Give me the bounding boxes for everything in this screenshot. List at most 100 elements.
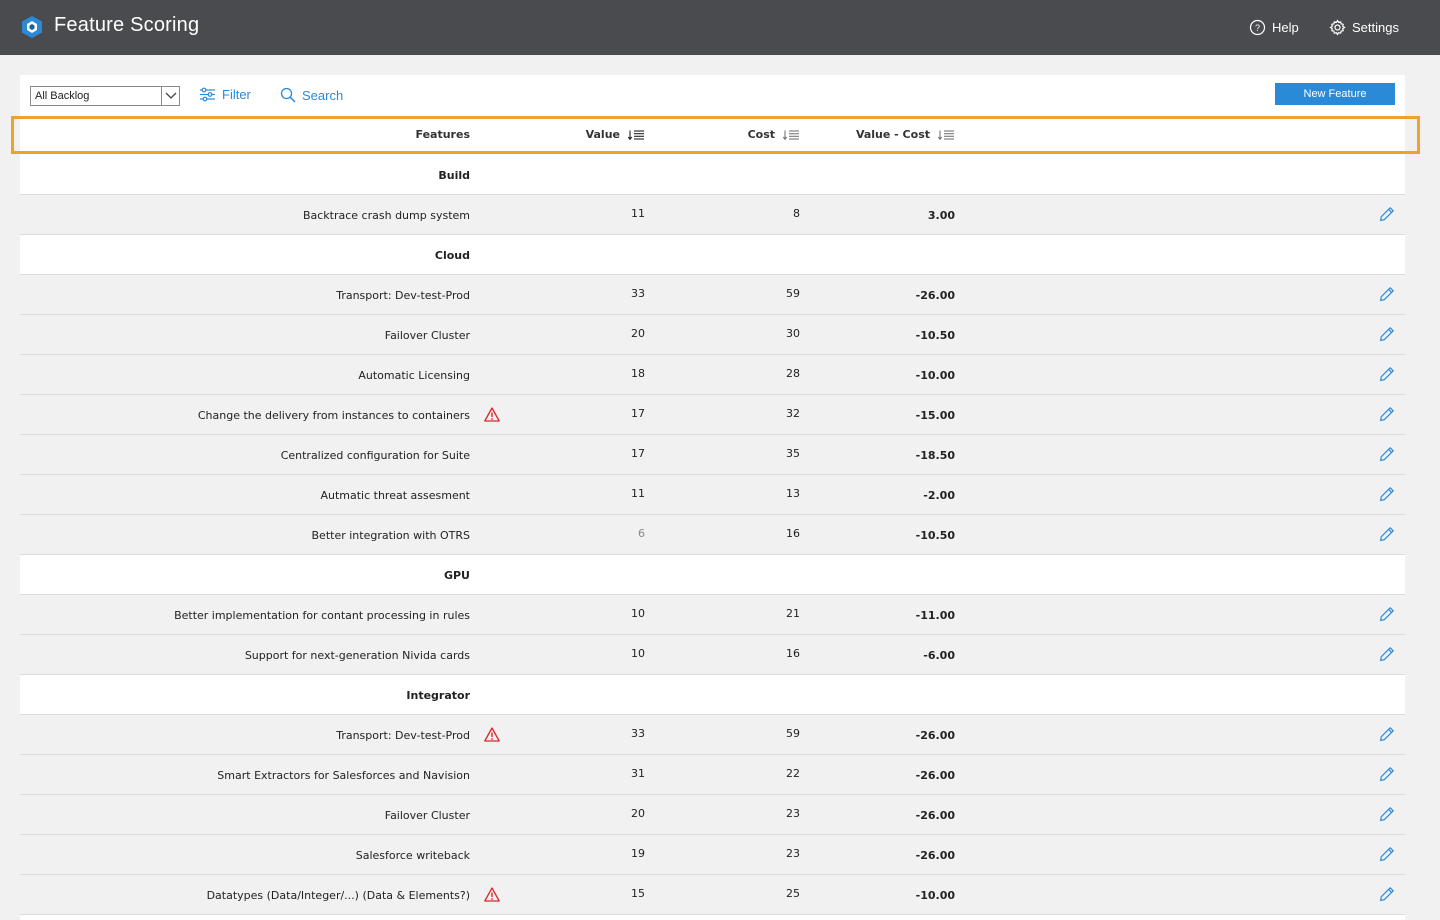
edit-pencil-icon[interactable] <box>1379 446 1395 462</box>
edit-pencil-icon[interactable] <box>1379 526 1395 542</box>
edit-pencil-icon[interactable] <box>1379 806 1395 822</box>
table-row: Failover Cluster 20 30 -10.50 <box>20 315 1405 355</box>
edit-pencil-icon[interactable] <box>1379 766 1395 782</box>
value-minus-cost-cell: 3.00 <box>927 209 955 222</box>
column-header-value[interactable]: Value <box>586 128 645 141</box>
value-cell: 11 <box>631 207 645 220</box>
value-minus-cost-cell: -10.00 <box>915 889 955 902</box>
cost-header-label: Cost <box>747 128 775 141</box>
group-label: Integrator <box>406 689 470 702</box>
value-minus-cost-cell: -6.00 <box>923 649 955 662</box>
column-header-cost[interactable]: Cost <box>748 128 800 141</box>
edit-pencil-icon[interactable] <box>1379 726 1395 742</box>
cost-cell: 32 <box>786 407 800 420</box>
value-minus-cost-cell: -15.00 <box>915 409 955 422</box>
value-cell: 10 <box>631 607 645 620</box>
settings-link[interactable]: Settings <box>1329 19 1399 36</box>
value-minus-cost-cell: -11.00 <box>915 609 955 622</box>
value-cell: 33 <box>631 287 645 300</box>
edit-pencil-icon[interactable] <box>1379 366 1395 382</box>
feature-name: Autmatic threat assesment <box>320 489 470 502</box>
table-row: Failover Cluster 20 23 -26.00 <box>20 795 1405 835</box>
new-feature-button[interactable]: New Feature <box>1275 83 1395 105</box>
value-minus-cost-cell: -18.50 <box>915 449 955 462</box>
table-row: Smart Extractors for Salesforces and Nav… <box>20 755 1405 795</box>
feature-name: Failover Cluster <box>384 809 470 822</box>
value-cell: 17 <box>631 407 645 420</box>
warning-icon <box>484 887 500 902</box>
help-icon: ? <box>1249 19 1266 36</box>
filter-label: Filter <box>222 87 251 102</box>
search-icon <box>280 87 296 103</box>
table-row: Salesforce writeback 19 23 -26.00 <box>20 835 1405 875</box>
sort-descending-icon <box>628 129 644 140</box>
feature-name: Datatypes (Data/Integer/...) (Data & Ele… <box>206 889 470 902</box>
table-row: Change the delivery from instances to co… <box>20 395 1405 435</box>
feature-panel: All Backlog Filter Search New Feature Fe… <box>20 75 1405 920</box>
backlog-select-value: All Backlog <box>35 90 90 102</box>
column-header-features[interactable]: Features <box>416 128 470 141</box>
svg-text:?: ? <box>1255 23 1260 33</box>
value-cell: 31 <box>631 767 645 780</box>
feature-name: Transport: Dev-test-Prod <box>336 729 470 742</box>
feature-name: Better integration with OTRS <box>311 529 471 542</box>
value-minus-cost-cell: -2.00 <box>923 489 955 502</box>
table-row: Transport: Dev-test-Prod 33 59 -26.00 <box>20 715 1405 755</box>
filter-icon <box>200 87 215 102</box>
search-label: Search <box>302 87 344 103</box>
edit-pencil-icon[interactable] <box>1379 606 1395 622</box>
edit-pencil-icon[interactable] <box>1379 406 1395 422</box>
value-cell: 20 <box>631 807 645 820</box>
edit-pencil-icon[interactable] <box>1379 326 1395 342</box>
warning-icon <box>484 407 500 422</box>
table-row: Datatypes (Data/Integer/...) (Data & Ele… <box>20 875 1405 915</box>
value-cell: 18 <box>631 367 645 380</box>
value-minus-cost-cell: -26.00 <box>915 809 955 822</box>
value-minus-cost-cell: -10.50 <box>915 329 955 342</box>
value-minus-cost-cell: -26.00 <box>915 769 955 782</box>
chevron-down-icon[interactable] <box>161 87 179 105</box>
column-header-value-minus-cost[interactable]: Value - Cost <box>856 128 955 141</box>
cost-cell: 13 <box>786 487 800 500</box>
feature-name: Automatic Licensing <box>358 369 470 382</box>
feature-name: Backtrace crash dump system <box>302 209 470 222</box>
value-cell: 19 <box>631 847 645 860</box>
cost-cell: 59 <box>786 727 800 740</box>
edit-pencil-icon[interactable] <box>1379 646 1395 662</box>
group-row: Build <box>20 155 1405 195</box>
cost-cell: 23 <box>786 847 800 860</box>
filter-button[interactable]: Filter <box>199 87 251 102</box>
feature-name: Failover Cluster <box>384 329 470 342</box>
help-link[interactable]: ? Help <box>1249 19 1299 36</box>
value-cell: 11 <box>631 487 645 500</box>
value-header-label: Value <box>585 128 620 141</box>
value-minus-cost-cell: -26.00 <box>915 849 955 862</box>
app-logo-icon <box>22 16 42 38</box>
group-row: GPU <box>20 555 1405 595</box>
table-row: Autmatic threat assesment 11 13 -2.00 <box>20 475 1405 515</box>
features-header-label: Features <box>415 128 470 141</box>
search-button[interactable]: Search <box>280 87 343 103</box>
group-label: Cloud <box>434 249 470 262</box>
table-row: Backtrace crash dump system 11 8 3.00 <box>20 195 1405 235</box>
edit-pencil-icon[interactable] <box>1379 286 1395 302</box>
backlog-select[interactable]: All Backlog <box>30 86 180 106</box>
feature-name: Smart Extractors for Salesforces and Nav… <box>217 769 470 782</box>
value-minus-cost-cell: -10.50 <box>915 529 955 542</box>
cost-cell: 23 <box>786 807 800 820</box>
table-row: Better integration with OTRS 6 16 -10.50 <box>20 515 1405 555</box>
table-row: Centralized configuration for Suite 17 35 -… <box>20 435 1405 475</box>
gear-icon <box>1329 19 1346 36</box>
value-cell: 17 <box>631 447 645 460</box>
value-minus-cost-cell: -26.00 <box>915 729 955 742</box>
cost-cell: 28 <box>786 367 800 380</box>
edit-pencil-icon[interactable] <box>1379 886 1395 902</box>
cost-cell: 35 <box>786 447 800 460</box>
edit-pencil-icon[interactable] <box>1379 486 1395 502</box>
edit-pencil-icon[interactable] <box>1379 846 1395 862</box>
cost-cell: 25 <box>786 887 800 900</box>
value-cell: 33 <box>631 727 645 740</box>
edit-pencil-icon[interactable] <box>1379 206 1395 222</box>
value-minus-cost-cell: -10.00 <box>915 369 955 382</box>
value-cell: 20 <box>631 327 645 340</box>
